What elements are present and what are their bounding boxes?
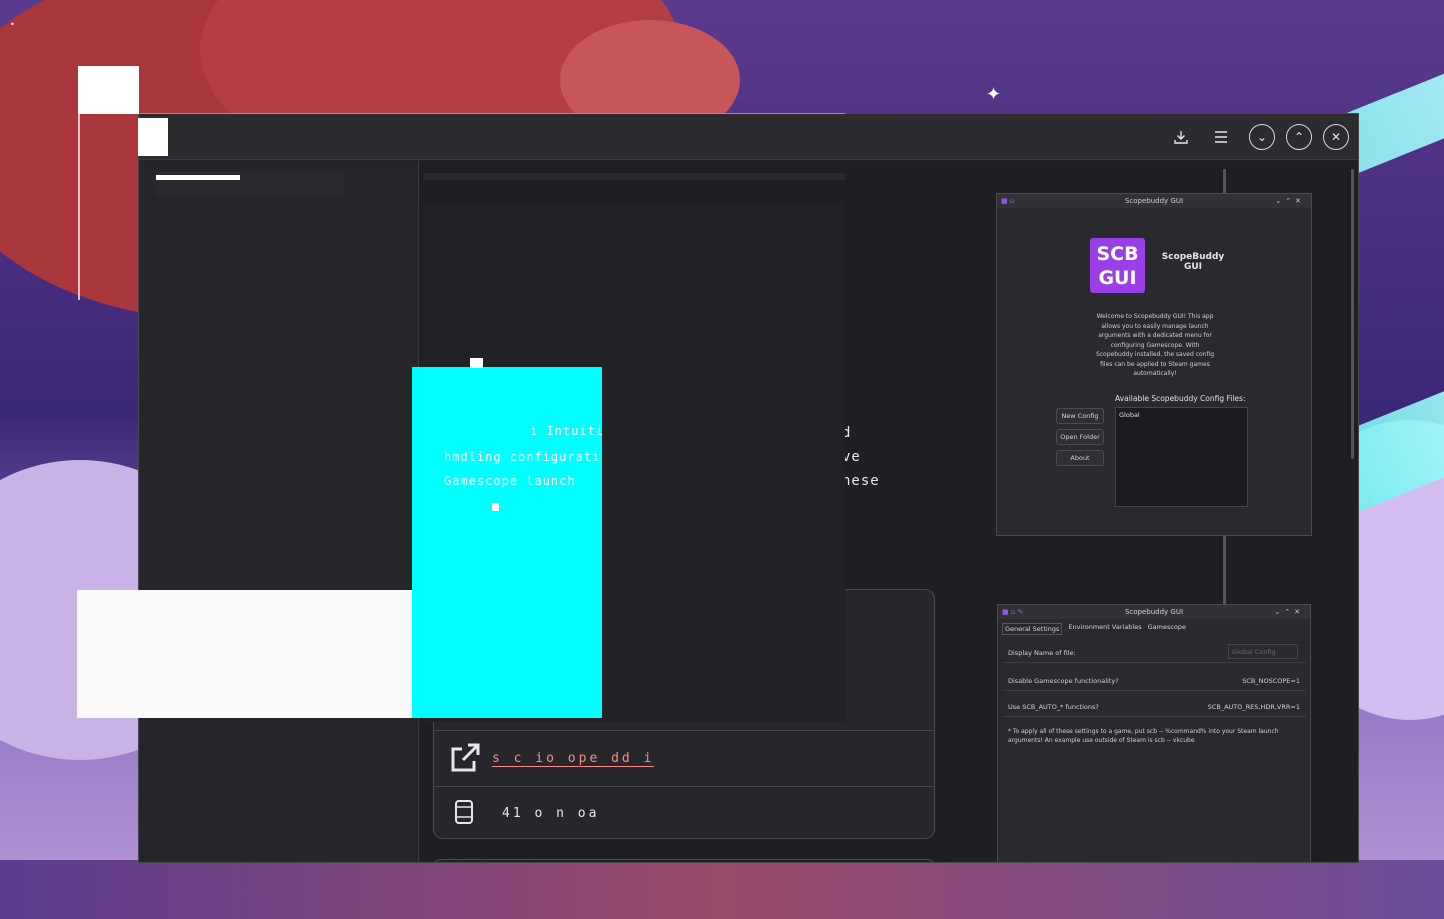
glitch-block <box>492 503 499 511</box>
new-config-button[interactable]: New Config <box>1056 408 1104 424</box>
window-titlebar: ⌄ ⌃ ✕ <box>139 114 1358 160</box>
screenshots-scrollbar[interactable] <box>1351 169 1354 459</box>
screenshot-main-window[interactable]: ■ ⌂ Scopebuddy GUI ⌄⌃✕ SCB GUI ScopeBudd… <box>996 193 1312 536</box>
settings-note: * To apply all of these settings to a ga… <box>1008 728 1279 744</box>
glitch-block <box>138 118 168 156</box>
glitch-cyan-block <box>412 367 602 718</box>
glitch-bar <box>423 173 845 180</box>
glitch-line <box>78 114 80 300</box>
description-line: hmdling configurati <box>444 450 601 464</box>
star-icon: ✦ <box>986 84 1002 105</box>
close-icon: ✕ <box>1330 130 1342 144</box>
display-name-row: Display Name of file: Global Config <box>1002 641 1306 663</box>
download-size-icon <box>454 799 474 832</box>
tab-environment-variables[interactable]: Environment Variables <box>1068 623 1141 635</box>
tab-general-settings[interactable]: General Settings <box>1002 623 1063 635</box>
list-item[interactable]: Global <box>1119 411 1244 419</box>
window-controls: ⌄⌃✕ <box>1275 197 1305 205</box>
open-folder-button[interactable]: Open Folder <box>1056 429 1104 445</box>
disable-gamescope-row: Disable Gamescope functionality? SCB_NOS… <box>1002 669 1306 691</box>
settings-tabs: General Settings Environment Variables G… <box>1002 623 1186 635</box>
external-link-icon <box>448 741 482 782</box>
screenshot-titlebar: ■ ⌂ ✎ Scopebuddy GUI ⌄⌃✕ <box>998 605 1310 619</box>
download-size-row: 41 o n oa <box>434 786 934 840</box>
glitch-block <box>78 66 139 114</box>
screenshot-titlebar: ■ ⌂ Scopebuddy GUI ⌄⌃✕ <box>997 194 1311 208</box>
logo-text: GUI <box>1098 267 1137 289</box>
description-line: i Intuiti <box>530 424 605 438</box>
wallpaper-bottom <box>0 860 1444 919</box>
glitch-line <box>78 113 845 114</box>
welcome-text: Welcome to Scopebuddy GUI! This app allo… <box>1095 313 1215 377</box>
close-button[interactable]: ✕ <box>1323 124 1349 150</box>
glitch-block <box>470 358 483 368</box>
window-controls: ⌄⌃✕ <box>1274 608 1304 616</box>
website-link[interactable]: s c io ope dd i <box>492 751 655 767</box>
display-name-label: Display Name of file: <box>1008 649 1076 657</box>
chevron-up-icon: ⌃ <box>1293 130 1305 144</box>
description-fragment: hese <box>842 473 880 489</box>
minimize-button[interactable]: ⌄ <box>1249 124 1275 150</box>
glitch-white-block <box>77 590 413 718</box>
maximize-button[interactable]: ⌃ <box>1286 124 1312 150</box>
website-row[interactable]: s c io ope dd i <box>434 730 934 786</box>
noscope-checkbox[interactable]: SCB_NOSCOPE=1 <box>1242 677 1300 685</box>
description-line: Gamescope launch <box>444 474 576 488</box>
config-file-list[interactable]: Global <box>1115 407 1248 507</box>
star-icon: • <box>10 20 15 29</box>
screenshot-settings-window[interactable]: ■ ⌂ ✎ Scopebuddy GUI ⌄⌃✕ General Setting… <box>997 604 1311 862</box>
disable-gamescope-label: Disable Gamescope functionality? <box>1008 677 1119 685</box>
scb-auto-row: Use SCB_AUTO_* functions? SCB_AUTO_RES,H… <box>1002 695 1306 717</box>
next-card-edge <box>433 859 935 862</box>
chevron-down-icon: ⌄ <box>1256 130 1268 144</box>
scb-auto-checkbox[interactable]: SCB_AUTO_RES,HDR,VRR=1 <box>1208 703 1300 711</box>
scb-auto-label: Use SCB_AUTO_* functions? <box>1008 703 1099 711</box>
app-name: ScopeBuddy GUI <box>1161 252 1225 272</box>
sidebar <box>139 161 419 862</box>
glitch-bar <box>156 175 240 180</box>
available-configs-label: Available Scopebuddy Config Files: <box>1115 394 1246 403</box>
download-size-text: 41 o n oa <box>502 806 600 821</box>
download-icon[interactable] <box>1168 124 1194 150</box>
display-name-input[interactable]: Global Config <box>1228 644 1298 659</box>
logo-text: SCB <box>1096 243 1139 265</box>
screenshot-title: Scopebuddy GUI <box>1124 608 1184 616</box>
tab-gamescope[interactable]: Gamescope <box>1148 623 1186 635</box>
screenshot-title: Scopebuddy GUI <box>1124 197 1184 205</box>
about-button[interactable]: About <box>1056 450 1104 466</box>
scb-gui-logo: SCB GUI <box>1090 238 1145 293</box>
hamburger-menu-icon[interactable] <box>1208 124 1234 150</box>
